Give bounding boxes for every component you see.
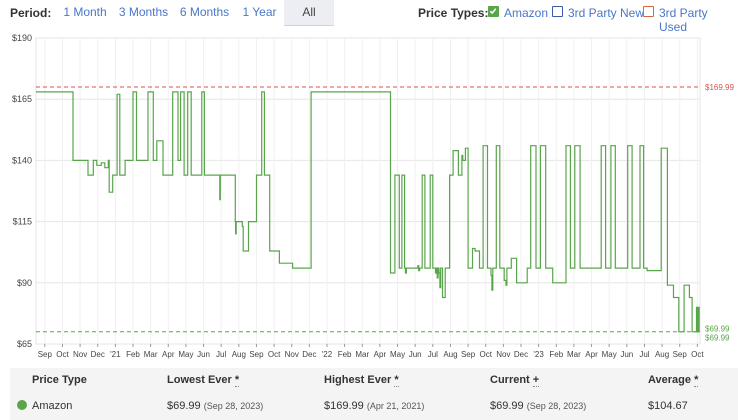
x-tick-label: Jul [639,350,649,359]
price-summary-table: Price Type Lowest Ever * Highest Ever * … [10,368,738,420]
x-tick-label: '21 [110,350,121,359]
y-tick-label: $65 [17,339,32,349]
x-tick-label: Sep [38,350,53,359]
header-average: Average * [648,374,699,387]
x-tick-label: '22 [322,350,333,359]
x-tick-label: May [390,350,405,359]
header-lowest-ever: Lowest Ever * [167,374,240,387]
amazon-checkbox[interactable] [488,6,499,17]
x-tick-label: Mar [355,350,369,359]
x-tick-label: Jun [409,350,422,359]
y-tick-label: $115 [13,217,32,227]
plot-area [35,37,701,345]
x-tick-label: Feb [126,350,140,359]
third-party-new-checkbox[interactable] [552,6,563,17]
x-tick-label: Sep [461,350,476,359]
row-current: $69.99 (Sep 28, 2023) [490,400,587,412]
x-tick-label: Nov [285,350,299,359]
period-3-months-button[interactable]: 3 Months [113,0,174,25]
x-tick-label: Apr [374,350,387,359]
end-label-lowest: $69.99 [705,333,730,342]
x-tick-label: Apr [585,350,598,359]
header-price-type: Price Type [32,374,87,386]
price-history-chart: $65$90$115$140$165$190Sep Oct Nov Dec '21 Feb… [12,33,735,359]
period-6-months-button[interactable]: 6 Months [174,0,235,25]
x-tick-label: May [602,350,617,359]
x-tick-label: Nov [73,350,87,359]
x-tick-label: Nov [496,350,510,359]
x-tick-label: Sep [673,350,688,359]
toolbar: Period: 1 Month 3 Months 6 Months 1 Year… [0,0,738,34]
price-types-label: Price Types: [418,6,489,20]
amazon-series-dot [17,400,27,410]
third-party-used-checkbox[interactable] [643,6,654,17]
reference-label-high: $169.99 [705,83,734,92]
x-tick-label: Feb [549,350,563,359]
row-average: $104.67 [648,400,688,412]
x-tick-label: Jul [428,350,438,359]
header-highest-ever: Highest Ever * [324,374,399,387]
x-tick-label: Dec [514,350,528,359]
x-tick-label: Oct [56,350,69,359]
x-tick-label: Aug [232,350,246,359]
x-tick-label: Jun [197,350,210,359]
header-current: Current + [490,374,540,387]
x-tick-label: Dec [302,350,316,359]
x-tick-label: Apr [162,350,175,359]
end-label-current: $69.99 [705,324,730,333]
x-tick-label: Jul [216,350,226,359]
period-1-month-button[interactable]: 1 Month [57,0,113,25]
x-tick-label: Oct [268,350,281,359]
y-tick-label: $165 [12,94,32,104]
x-tick-label: Oct [691,350,704,359]
x-tick-label: Sep [249,350,264,359]
x-tick-label: Aug [443,350,457,359]
row-price-type: Amazon [32,400,73,412]
x-tick-label: Mar [567,350,581,359]
x-tick-label: Dec [91,350,105,359]
row-highest-ever: $169.99 (Apr 21, 2021) [324,400,425,412]
third-party-new-label[interactable]: 3rd Party New [568,6,644,20]
x-tick-label: May [178,350,193,359]
period-all-button[interactable]: All [284,0,334,26]
x-tick-label: Oct [479,350,492,359]
period-1-year-button[interactable]: 1 Year [235,0,284,25]
x-tick-label: Feb [338,350,352,359]
amazon-price-type-label[interactable]: Amazon [504,6,548,20]
x-tick-label: Mar [144,350,158,359]
period-label: Period: [10,6,52,20]
x-tick-label: Aug [655,350,669,359]
x-tick-label: Jun [620,350,633,359]
y-tick-label: $190 [12,33,32,43]
y-tick-label: $140 [12,155,32,165]
row-lowest-ever: $69.99 (Sep 28, 2023) [167,400,264,412]
y-tick-label: $90 [17,278,32,288]
x-tick-label: '23 [533,350,544,359]
